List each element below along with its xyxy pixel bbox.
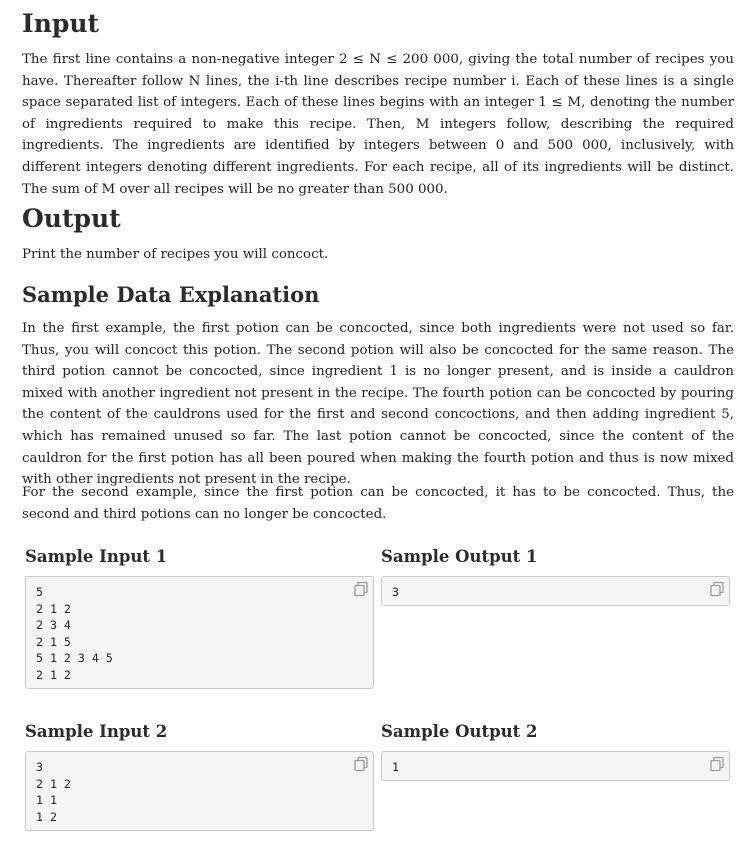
explanation-heading: Sample Data Explanation — [22, 282, 320, 307]
sample-output-1-title: Sample Output 1 — [381, 547, 538, 566]
output-heading: Output — [22, 204, 121, 233]
sample-input-1-content[interactable]: 5 2 1 2 2 3 4 2 1 5 5 1 2 3 4 5 2 1 2 — [26, 577, 373, 691]
explanation-paragraph-1: In the first example, the first potion c… — [22, 321, 734, 488]
copy-icon[interactable] — [709, 756, 725, 772]
sample-input-1-title: Sample Input 1 — [25, 547, 168, 566]
input-description: The first line contains a non-negative i… — [22, 52, 734, 197]
input-heading: Input — [22, 9, 100, 38]
copy-icon[interactable] — [353, 756, 369, 772]
sample-output-2-box[interactable]: 1 — [381, 751, 730, 781]
sample-output-2-title: Sample Output 2 — [381, 722, 538, 741]
output-description: Print the number of recipes you will con… — [22, 247, 329, 262]
explanation-paragraph-2: For the second example, since the first … — [22, 485, 734, 522]
copy-icon[interactable] — [353, 581, 369, 597]
sample-output-1-content[interactable]: 3 — [382, 577, 729, 608]
copy-icon[interactable] — [709, 581, 725, 597]
sample-input-1-box[interactable]: 5 2 1 2 2 3 4 2 1 5 5 1 2 3 4 5 2 1 2 — [25, 576, 374, 689]
sample-output-1-box[interactable]: 3 — [381, 576, 730, 606]
sample-input-2-content[interactable]: 3 2 1 2 1 1 1 2 — [26, 752, 373, 832]
sample-input-2-box[interactable]: 3 2 1 2 1 1 1 2 — [25, 751, 374, 831]
sample-output-2-content[interactable]: 1 — [382, 752, 729, 783]
sample-input-2-title: Sample Input 2 — [25, 722, 168, 741]
